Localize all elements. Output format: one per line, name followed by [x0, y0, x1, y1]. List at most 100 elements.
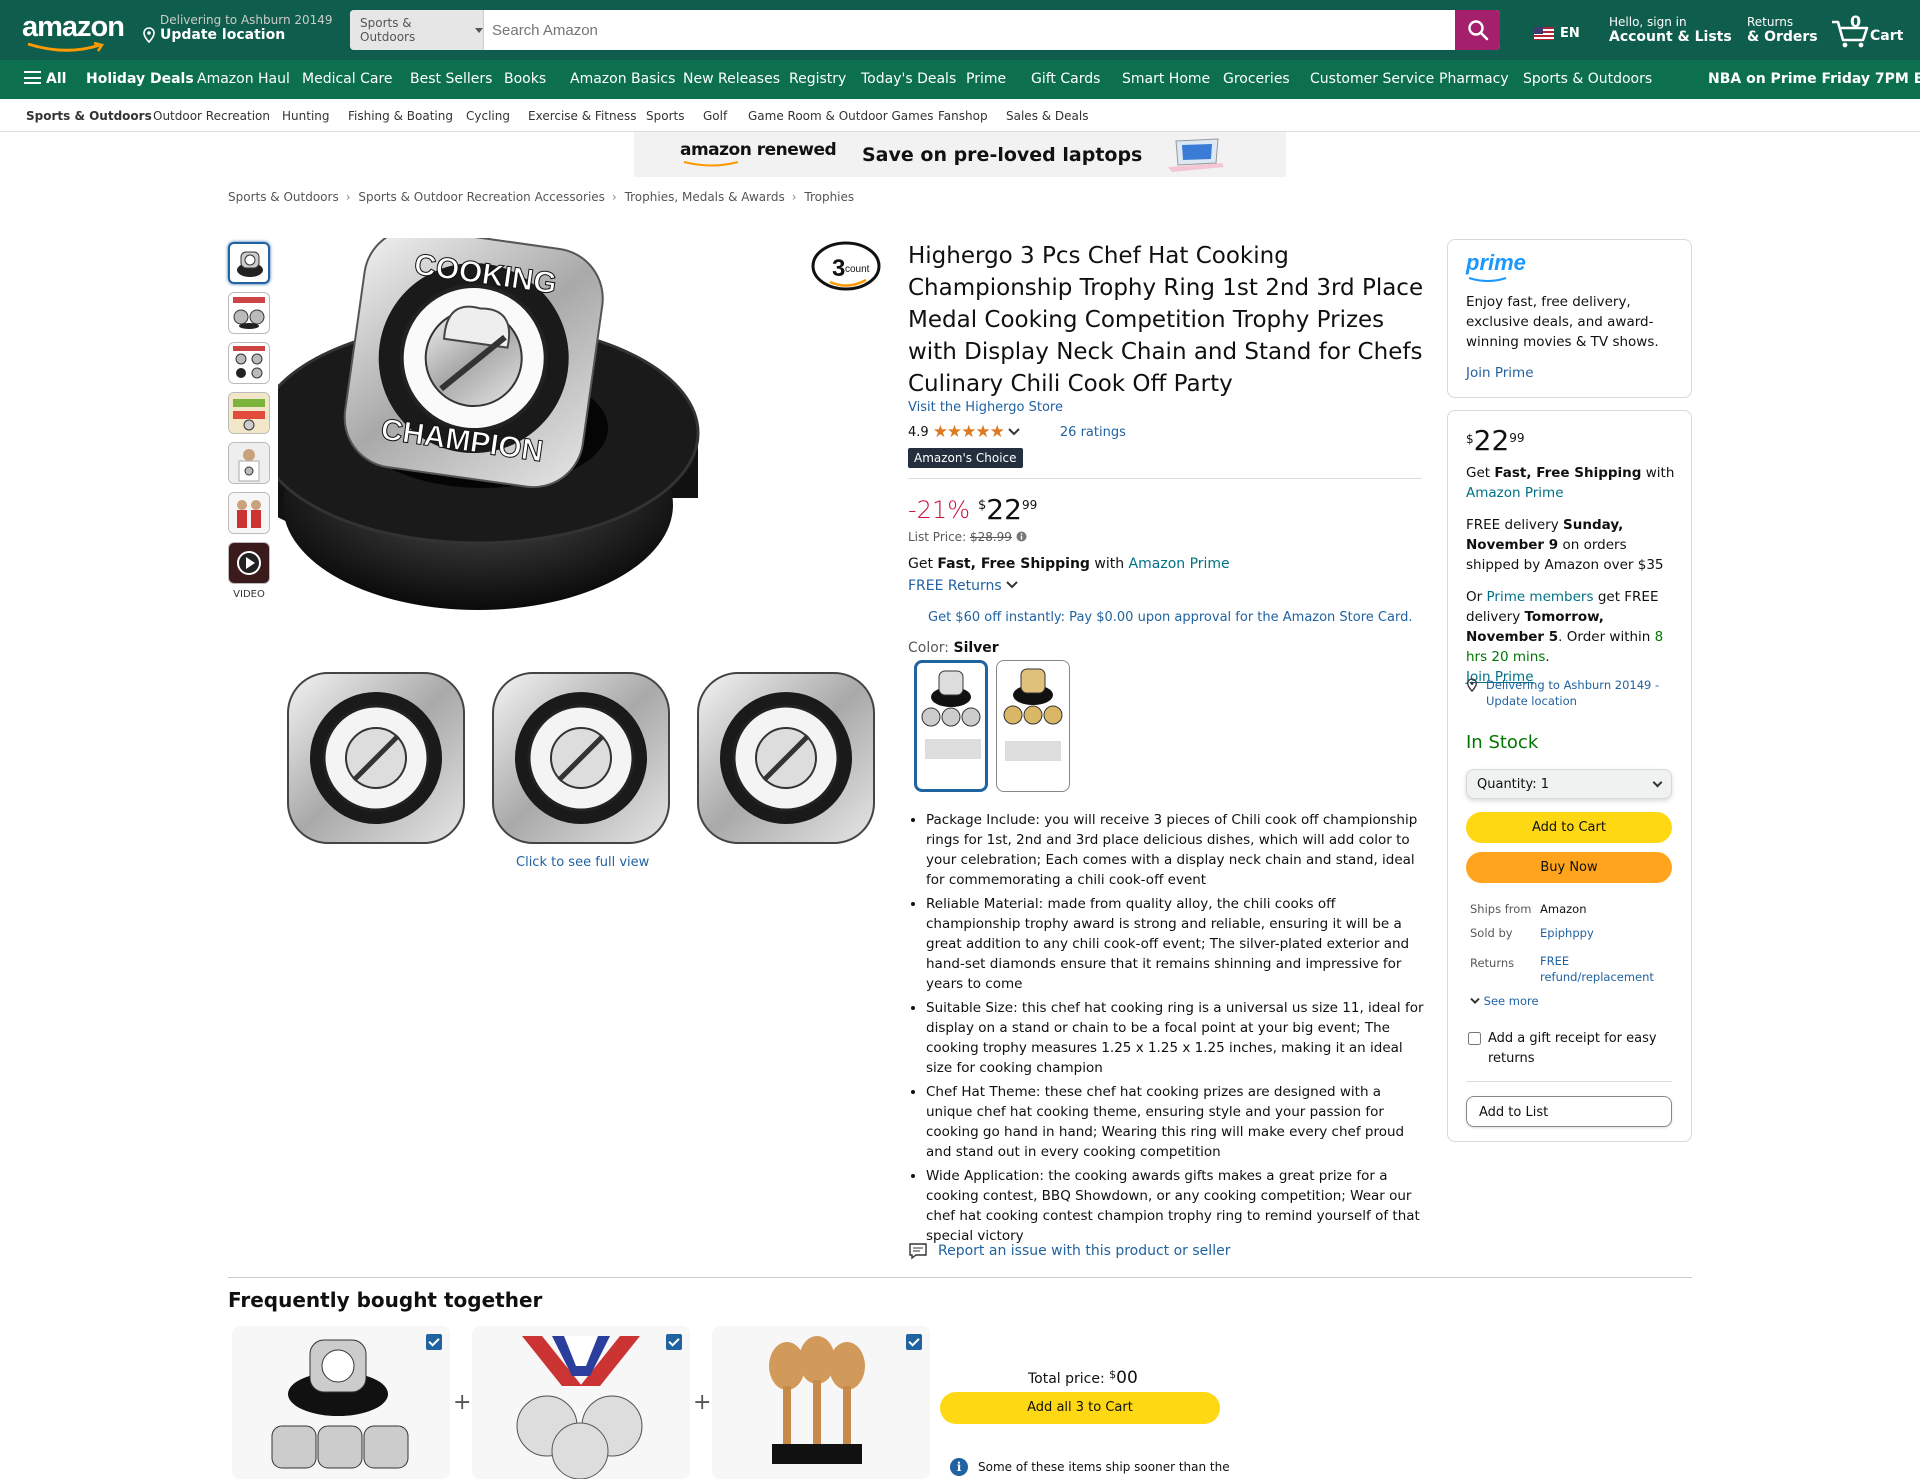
full-view-link[interactable]: Click to see full view: [516, 855, 649, 870]
gift-receipt-option: Add a gift receipt for easy returns: [1468, 1029, 1678, 1069]
cart-label: Cart: [1870, 28, 1904, 44]
star-rating-icon[interactable]: ★★★★★: [933, 422, 1005, 442]
nav-promo[interactable]: NBA on Prime Friday 7PM ET: [1708, 71, 1920, 87]
chevron-down-icon[interactable]: [1008, 427, 1020, 437]
info-icon: i: [950, 1458, 968, 1476]
returns-orders[interactable]: Returns & Orders: [1747, 15, 1818, 45]
nav-prime[interactable]: Prime: [966, 71, 1006, 87]
fbt-checkbox[interactable]: [666, 1334, 682, 1350]
subnav-game-room[interactable]: Game Room & Outdoor Games: [748, 109, 933, 123]
thumbnail-video[interactable]: [228, 542, 270, 584]
amazons-choice-badge: Amazon's Choice: [908, 448, 1023, 468]
nav-best-sellers[interactable]: Best Sellers: [410, 71, 492, 87]
buy-now-button[interactable]: Buy Now: [1466, 852, 1672, 883]
quantity-select[interactable]: Quantity: 1: [1466, 769, 1672, 799]
fast-shipping-line: Get Fast, Free Shipping with Amazon Prim…: [908, 556, 1230, 572]
info-icon[interactable]: [1016, 531, 1027, 542]
prime-members-link[interactable]: Prime members: [1486, 589, 1593, 605]
fbt-item-3[interactable]: [712, 1326, 930, 1479]
amazon-prime-link[interactable]: Amazon Prime: [1466, 485, 1564, 501]
subnav-exercise-fitness[interactable]: Exercise & Fitness: [528, 109, 636, 123]
add-to-list-button[interactable]: Add to List: [1466, 1096, 1672, 1127]
sold-by-label: Sold by: [1470, 926, 1513, 940]
breadcrumb-item[interactable]: Trophies: [804, 190, 854, 204]
nav-all[interactable]: All: [46, 71, 66, 87]
subnav-hunting[interactable]: Hunting: [282, 109, 330, 123]
subnav-sports[interactable]: Sports: [646, 109, 684, 123]
account-lists[interactable]: Hello, sign in Account & Lists: [1609, 15, 1732, 45]
store-link[interactable]: Visit the Highergo Store: [908, 400, 1063, 415]
search-category-dropdown[interactable]: Sports & Outdoors: [350, 10, 484, 50]
nav-medical-care[interactable]: Medical Care: [302, 71, 393, 87]
nav-books[interactable]: Books: [504, 71, 546, 87]
us-flag-icon: [1534, 27, 1554, 40]
delivery-location[interactable]: Delivering to Ashburn 20149 Update locat…: [142, 13, 333, 43]
sold-by-link[interactable]: Epiphppy: [1540, 923, 1594, 943]
hamburger-icon[interactable]: [24, 71, 41, 84]
promo-banner[interactable]: amazon renewed Save on pre-loved laptops: [634, 132, 1286, 177]
amazon-prime-link[interactable]: Amazon Prime: [1129, 556, 1230, 572]
ships-from-label: Ships from: [1470, 902, 1532, 916]
thumbnail-6[interactable]: [228, 492, 270, 534]
breadcrumb-item[interactable]: Trophies, Medals & Awards: [625, 190, 785, 204]
price-whole: 22: [986, 493, 1022, 526]
nav-smart-home[interactable]: Smart Home: [1122, 71, 1210, 87]
fbt-checkbox[interactable]: [906, 1334, 922, 1350]
nav-pharmacy[interactable]: Pharmacy: [1439, 71, 1509, 87]
color-swatch-gold[interactable]: [996, 660, 1070, 792]
free-returns-link[interactable]: FREE Returns: [908, 578, 1018, 594]
subnav-cycling[interactable]: Cycling: [466, 109, 510, 123]
count-badge-icon: 3 count: [811, 241, 881, 291]
plus-icon: +: [453, 1390, 472, 1415]
search-button[interactable]: [1455, 10, 1500, 50]
subnav-outdoor-recreation[interactable]: Outdoor Recreation: [153, 109, 270, 123]
fbt-checkbox[interactable]: [426, 1334, 442, 1350]
thumbnail-1[interactable]: [228, 242, 270, 284]
subnav-fishing-boating[interactable]: Fishing & Boating: [348, 109, 453, 123]
nav-gift-cards[interactable]: Gift Cards: [1031, 71, 1100, 87]
nav-holiday-deals[interactable]: Holiday Deals: [86, 71, 194, 87]
join-prime-link[interactable]: Join Prime: [1466, 365, 1534, 381]
main-product-image[interactable]: 3 count COOKING CHAMPION: [222, 227, 886, 858]
nav-customer-service[interactable]: Customer Service: [1310, 71, 1434, 87]
color-swatch-silver[interactable]: [914, 660, 988, 792]
nav-sports-outdoors[interactable]: Sports & Outdoors: [1523, 71, 1652, 87]
svg-text:3: 3: [832, 255, 845, 282]
add-to-cart-button[interactable]: Add to Cart: [1466, 812, 1672, 843]
add-all-to-cart-button[interactable]: Add all 3 to Cart: [940, 1392, 1220, 1424]
nav-new-releases[interactable]: New Releases: [683, 71, 780, 87]
video-label: VIDEO: [233, 589, 265, 600]
language-selector[interactable]: EN: [1534, 26, 1580, 41]
subnav-fanshop[interactable]: Fanshop: [938, 109, 988, 123]
ratings-count-link[interactable]: 26 ratings: [1060, 425, 1126, 440]
thumbnail-4[interactable]: [228, 392, 270, 434]
nav-todays-deals[interactable]: Today's Deals: [861, 71, 956, 87]
breadcrumb-item[interactable]: Sports & Outdoor Recreation Accessories: [358, 190, 605, 204]
fbt-item-1[interactable]: [232, 1326, 450, 1479]
prime-logo: prime: [1466, 250, 1526, 275]
subnav-sales-deals[interactable]: Sales & Deals: [1006, 109, 1089, 123]
breadcrumb-item[interactable]: Sports & Outdoors: [228, 190, 339, 204]
prime-promo-box: prime Enjoy fast, free delivery, exclusi…: [1447, 239, 1692, 398]
nav-registry[interactable]: Registry: [789, 71, 846, 87]
amazon-logo[interactable]: amazon: [22, 12, 125, 52]
gift-receipt-checkbox[interactable]: [1468, 1032, 1481, 1045]
returns-link[interactable]: FREE refund/replacement: [1540, 953, 1660, 985]
thumbnail-2[interactable]: [228, 292, 270, 334]
report-issue-link[interactable]: Report an issue with this product or sel…: [908, 1242, 1230, 1260]
laptop-icon: [1168, 138, 1224, 172]
nav-amazon-basics[interactable]: Amazon Basics: [570, 71, 675, 87]
fbt-item-2[interactable]: [472, 1326, 690, 1479]
thumbnail-5[interactable]: [228, 442, 270, 484]
nav-groceries[interactable]: Groceries: [1223, 71, 1290, 87]
search-input[interactable]: [484, 10, 1455, 50]
store-card-offer[interactable]: Get $60 off instantly: Pay $0.00 upon ap…: [928, 610, 1412, 625]
cart-button[interactable]: 0 Cart: [1830, 12, 1910, 52]
thumbnail-3[interactable]: [228, 342, 270, 384]
returns-label: Returns: [1470, 956, 1515, 970]
subnav-golf[interactable]: Golf: [703, 109, 727, 123]
subnav-sports-outdoors[interactable]: Sports & Outdoors: [26, 109, 152, 123]
nav-amazon-haul[interactable]: Amazon Haul: [197, 71, 290, 87]
buybox-location[interactable]: Delivering to Ashburn 20149 - Update loc…: [1466, 677, 1676, 709]
see-more-link[interactable]: See more: [1470, 991, 1539, 1011]
